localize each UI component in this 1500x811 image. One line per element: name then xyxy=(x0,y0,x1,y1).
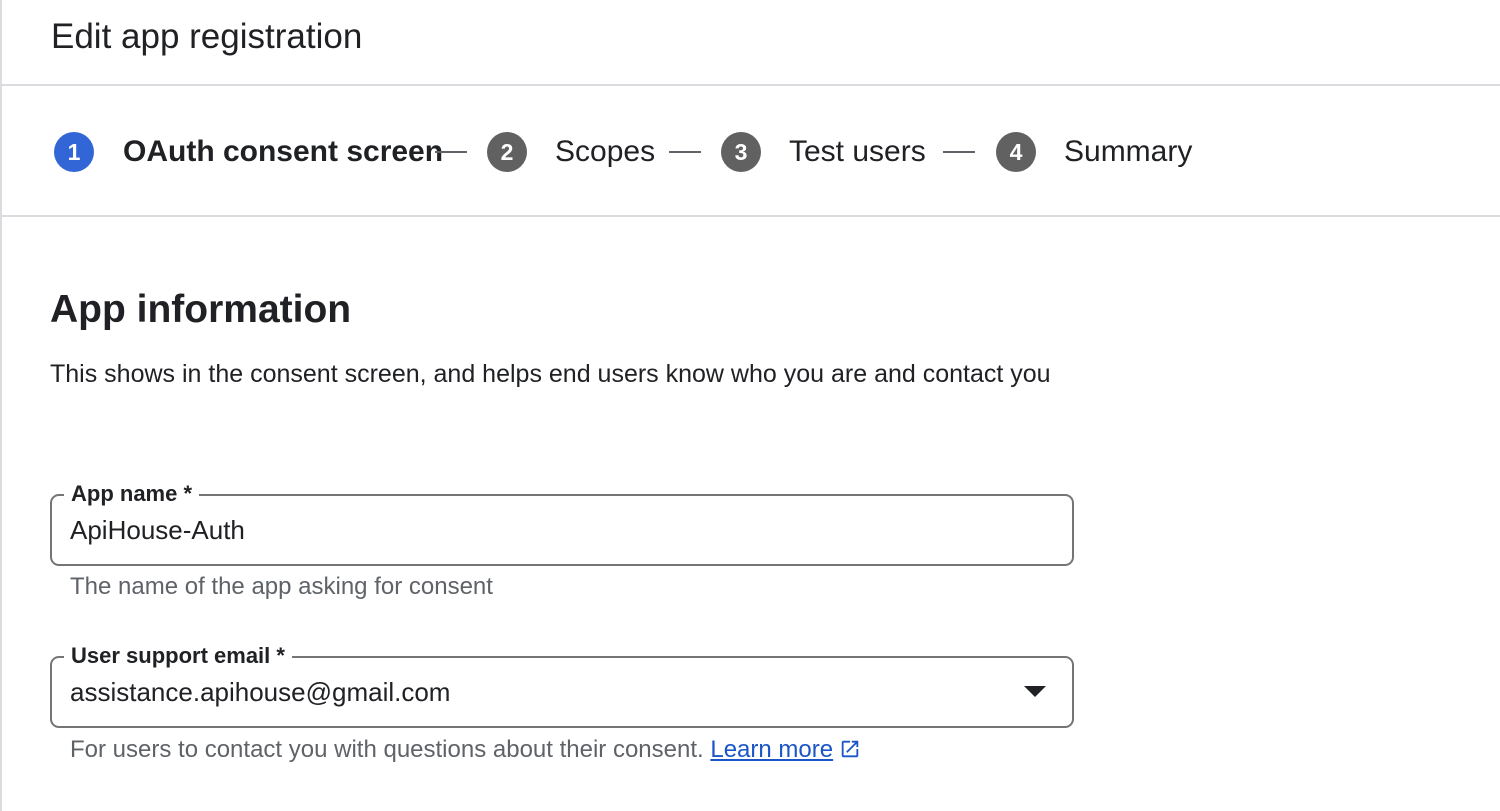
step-number-2: 2 xyxy=(487,132,527,172)
app-name-helper: The name of the app asking for consent xyxy=(70,573,493,600)
section-title: App information xyxy=(50,288,352,331)
user-support-email-helper-text: For users to contact you with questions … xyxy=(70,736,704,763)
learn-more-link[interactable]: Learn more xyxy=(710,736,833,763)
app-name-field[interactable]: App name * ApiHouse-Auth xyxy=(50,479,1074,566)
step-number-3: 3 xyxy=(721,132,761,172)
external-link-icon[interactable] xyxy=(839,738,861,760)
section-description: This shows in the consent screen, and he… xyxy=(50,360,1051,388)
dropdown-arrow-icon[interactable] xyxy=(1024,686,1046,697)
step-number-4: 4 xyxy=(996,132,1036,172)
user-support-email-select[interactable]: assistance.apihouse@gmail.com xyxy=(70,674,450,710)
user-support-email-label: User support email * xyxy=(64,641,292,671)
step-label-oauth-consent-screen: OAuth consent screen xyxy=(123,135,444,168)
user-support-email-field[interactable]: User support email * assistance.apihouse… xyxy=(50,641,1074,728)
step-label-test-users: Test users xyxy=(789,135,926,168)
page-title: Edit app registration xyxy=(51,17,363,56)
user-support-email-helper: For users to contact you with questions … xyxy=(70,734,861,766)
step-oauth-consent-screen[interactable]: 1 OAuth consent screen xyxy=(54,132,443,172)
step-scopes[interactable]: 2 Scopes xyxy=(487,132,655,172)
step-separator xyxy=(435,151,467,153)
step-test-users[interactable]: 3 Test users xyxy=(721,132,926,172)
step-separator xyxy=(943,151,975,153)
step-label-scopes: Scopes xyxy=(555,135,656,168)
app-name-input[interactable]: ApiHouse-Auth xyxy=(70,512,245,548)
stepper: 1 OAuth consent screen 2 Scopes 3 Test u… xyxy=(0,86,1500,217)
step-label-summary: Summary xyxy=(1064,135,1193,168)
step-summary[interactable]: 4 Summary xyxy=(996,132,1192,172)
step-separator xyxy=(669,151,701,153)
step-number-1: 1 xyxy=(54,132,94,172)
page-header: Edit app registration xyxy=(0,0,1500,86)
app-name-label: App name * xyxy=(64,479,200,509)
